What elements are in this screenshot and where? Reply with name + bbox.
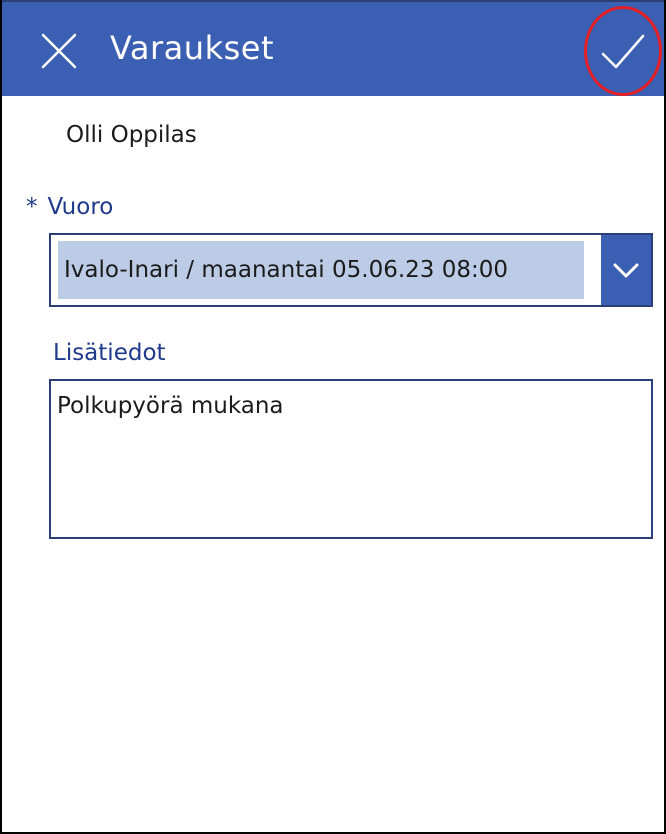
booking-form-screen: Varaukset Olli Oppilas * Vuoro Ivalo-Inar… bbox=[0, 0, 666, 834]
additional-info-textarea[interactable]: Polkupyörä mukana bbox=[49, 379, 653, 539]
close-icon[interactable] bbox=[40, 32, 78, 70]
shift-label: * Vuoro bbox=[26, 190, 113, 224]
chevron-down-icon bbox=[613, 263, 639, 278]
dropdown-toggle-button[interactable] bbox=[601, 235, 651, 305]
checkmark-icon[interactable] bbox=[599, 32, 647, 72]
shift-dropdown-selected-value[interactable]: Ivalo-Inari / maanantai 05.06.23 08:00 bbox=[58, 241, 584, 299]
shift-label-text: Vuoro bbox=[47, 194, 114, 220]
app-header: Varaukset bbox=[2, 0, 664, 96]
additional-info-label: Lisätiedot bbox=[53, 340, 166, 366]
page-title: Varaukset bbox=[110, 29, 274, 67]
shift-dropdown[interactable]: Ivalo-Inari / maanantai 05.06.23 08:00 bbox=[49, 233, 653, 307]
required-marker: * bbox=[26, 194, 38, 220]
student-name: Olli Oppilas bbox=[66, 122, 197, 148]
